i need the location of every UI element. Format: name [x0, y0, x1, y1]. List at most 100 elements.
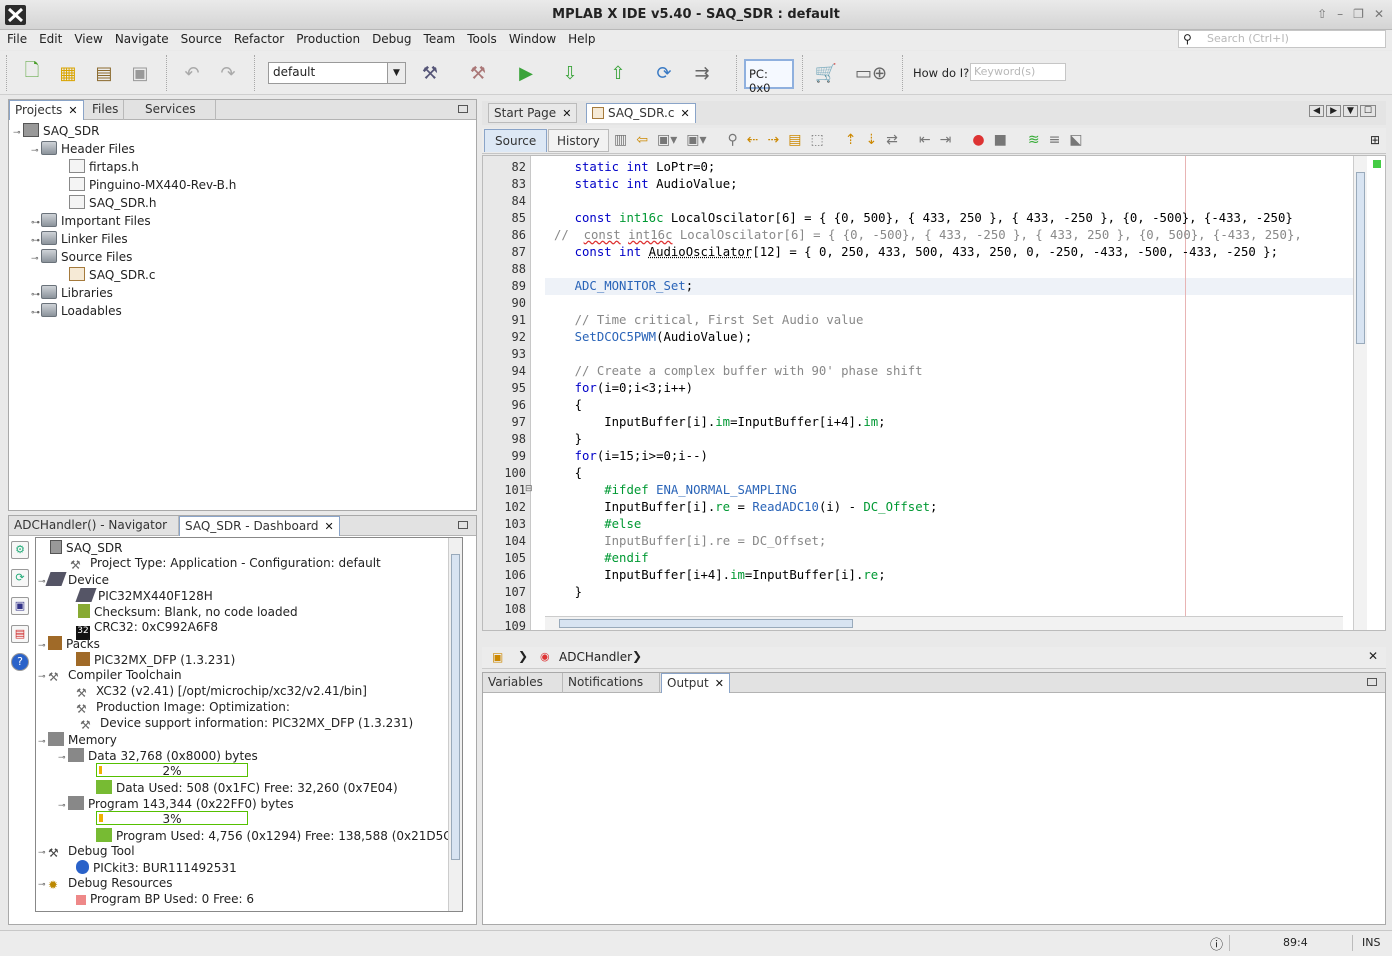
- find-next-icon[interactable]: ⇢: [768, 132, 780, 148]
- comment-icon[interactable]: ≋: [1028, 132, 1040, 148]
- tab-list-icon[interactable]: ▼: [1343, 105, 1358, 117]
- tree-item-libraries[interactable]: ⊶ Libraries: [31, 285, 113, 300]
- close-icon[interactable]: ✕: [68, 104, 77, 117]
- breadcrumb-function[interactable]: ADCHandler: [559, 650, 632, 664]
- menu-help[interactable]: Help: [561, 30, 600, 46]
- toggle-highlight-icon[interactable]: ▤: [788, 132, 801, 148]
- tree-item-file[interactable]: Pinguino-MX440-Rev-B.h: [69, 177, 236, 192]
- close-icon[interactable]: ✕: [562, 107, 571, 120]
- dash-item[interactable]: ⊸ ⚒ Compiler Toolchain: [38, 668, 182, 684]
- code-line[interactable]: #ifdef ENA_NORMAL_SAMPLING: [545, 483, 797, 497]
- find-icon[interactable]: ⚲: [728, 132, 738, 148]
- menu-refactor[interactable]: Refactor: [227, 30, 289, 46]
- scroll-right-icon[interactable]: ▶: [1326, 105, 1341, 117]
- tree-item-file[interactable]: SAQ_SDR.c: [69, 267, 155, 282]
- code-line[interactable]: static int LoPtr=0;: [545, 160, 716, 174]
- project-properties-icon[interactable]: ⚙: [11, 541, 29, 559]
- code-editor[interactable]: 82 83 84 85 86 87 88 89 90 91 92 93 94 9…: [482, 155, 1386, 631]
- toggle-bookmark-icon[interactable]: ⇄: [886, 132, 898, 148]
- dash-item[interactable]: ⊸ Device: [38, 572, 109, 587]
- find-prev-icon[interactable]: ⇠: [747, 132, 759, 148]
- editor-horizontal-scrollbar[interactable]: [545, 616, 1343, 630]
- code-line[interactable]: }: [545, 432, 582, 446]
- minimize-panel-icon[interactable]: [1367, 678, 1377, 686]
- close-icon[interactable]: ✕: [1368, 649, 1378, 663]
- prev-bookmark-icon[interactable]: ⇡: [845, 132, 857, 148]
- menu-debug[interactable]: Debug: [365, 30, 416, 46]
- tab-files[interactable]: Files: [87, 100, 125, 120]
- history-icon[interactable]: ▣▾: [686, 132, 706, 148]
- code-line[interactable]: SetDCOC5PWM(AudioValue);: [545, 330, 753, 344]
- tab-variables[interactable]: Variables: [483, 673, 563, 693]
- new-file-icon[interactable]: 🗋: [18, 59, 46, 87]
- maximize-icon[interactable]: ☐: [1359, 105, 1376, 117]
- keyword-input[interactable]: Keyword(s): [970, 63, 1066, 81]
- code-line[interactable]: for(i=15;i>=0;i--): [545, 449, 708, 463]
- code-line[interactable]: for(i=0;i<3;i++): [545, 381, 693, 395]
- dash-item[interactable]: ⊸ Data 32,768 (0x8000) bytes: [58, 748, 258, 763]
- tree-item-file[interactable]: SAQ_SDR.h: [69, 195, 156, 210]
- shift-left-icon[interactable]: ⇤: [919, 132, 931, 148]
- tab-output[interactable]: Output ✕: [661, 673, 730, 693]
- code-line[interactable]: }: [545, 585, 582, 599]
- tree-item-important-files[interactable]: ⊶ Important Files: [31, 213, 151, 228]
- select-icon[interactable]: ⬚: [810, 132, 823, 148]
- tab-saq-sdr-c[interactable]: SAQ_SDR.c ✕: [586, 103, 696, 123]
- tab-start-page[interactable]: Start Page ✕: [488, 103, 578, 123]
- notification-icon[interactable]: ⓘ: [1210, 934, 1223, 953]
- minimize-icon[interactable]: –: [1337, 7, 1343, 21]
- tab-source[interactable]: Source: [484, 129, 548, 152]
- menu-source[interactable]: Source: [174, 30, 227, 46]
- tab-navigator[interactable]: ADCHandler() - Navigator: [9, 516, 179, 536]
- dash-item[interactable]: ⊸ Packs: [38, 636, 100, 651]
- tab-notifications[interactable]: Notifications: [563, 673, 660, 693]
- configuration-select[interactable]: default ▼: [268, 62, 406, 84]
- code-line[interactable]: // Time critical, First Set Audio value: [545, 313, 864, 327]
- code-line[interactable]: {: [545, 466, 582, 480]
- next-bookmark-icon[interactable]: ⇣: [865, 132, 877, 148]
- minimize-panel-icon[interactable]: [458, 521, 468, 529]
- new-project-icon[interactable]: ▦: [54, 59, 82, 87]
- code-line[interactable]: ADC_MONITOR_Set;: [545, 279, 693, 293]
- fold-icon[interactable]: ⊟: [525, 484, 533, 494]
- split-icon[interactable]: ⊞: [1370, 133, 1380, 147]
- build-icon[interactable]: ⚒: [416, 59, 444, 87]
- close-icon[interactable]: ✕: [325, 520, 334, 533]
- code-line[interactable]: // const int16c LocalOscilator[6] = { {0…: [554, 228, 1302, 242]
- shift-right-icon[interactable]: ⇥: [940, 132, 952, 148]
- code-line[interactable]: #else: [545, 517, 641, 531]
- dash-item[interactable]: ⊸ Program 143,344 (0x22FF0) bytes: [58, 796, 294, 811]
- last-edit-icon[interactable]: ▥: [614, 132, 627, 148]
- open-project-icon[interactable]: ▤: [90, 59, 118, 87]
- network-icon[interactable]: ▭⊕: [852, 59, 890, 87]
- minimize-panel-icon[interactable]: [458, 105, 468, 113]
- program-device-icon[interactable]: ⇩: [556, 59, 584, 87]
- diff-icon[interactable]: ⬕: [1069, 132, 1082, 148]
- code-line[interactable]: static int AudioValue;: [545, 177, 738, 191]
- back-icon[interactable]: ⇦: [636, 132, 648, 148]
- tree-item-project[interactable]: ⊸ SAQ_SDR: [13, 123, 99, 138]
- tab-projects[interactable]: Projects ✕: [9, 100, 84, 120]
- close-icon[interactable]: ✕: [1374, 7, 1384, 21]
- menu-navigate[interactable]: Navigate: [108, 30, 174, 46]
- stop-macro-icon[interactable]: ■: [994, 132, 1007, 148]
- read-device-icon[interactable]: ⇧: [604, 59, 632, 87]
- tree-item-linker-files[interactable]: ⊶ Linker Files: [31, 231, 128, 246]
- code-line[interactable]: {: [545, 398, 582, 412]
- pdf-icon[interactable]: ▤: [11, 625, 29, 643]
- code-line[interactable]: // Create a complex buffer with 90' phas…: [545, 364, 923, 378]
- dash-item[interactable]: ⊸ ✹ Debug Resources: [38, 876, 173, 892]
- maximize-up-icon[interactable]: ⇧: [1317, 7, 1327, 21]
- code-line[interactable]: const int16c LocalOscilator[6] = { {0, 5…: [545, 211, 1293, 225]
- dash-item[interactable]: ⊸ ⚒ Debug Tool: [38, 844, 135, 860]
- code-line[interactable]: InputBuffer[i].re = DC_Offset;: [545, 534, 826, 548]
- restore-icon[interactable]: ❐: [1353, 7, 1364, 21]
- search-input[interactable]: Search (Ctrl+I): [1178, 30, 1386, 48]
- record-macro-icon[interactable]: ●: [972, 132, 984, 148]
- file-icon[interactable]: ▣: [492, 650, 503, 664]
- close-icon[interactable]: ✕: [680, 107, 689, 120]
- code-line[interactable]: InputBuffer[i].im=InputBuffer[i+4].im;: [545, 415, 885, 429]
- tree-item-loadables[interactable]: ⊶ Loadables: [31, 303, 122, 318]
- menu-tools[interactable]: Tools: [460, 30, 502, 46]
- hold-reset-icon[interactable]: ⇉: [688, 59, 716, 87]
